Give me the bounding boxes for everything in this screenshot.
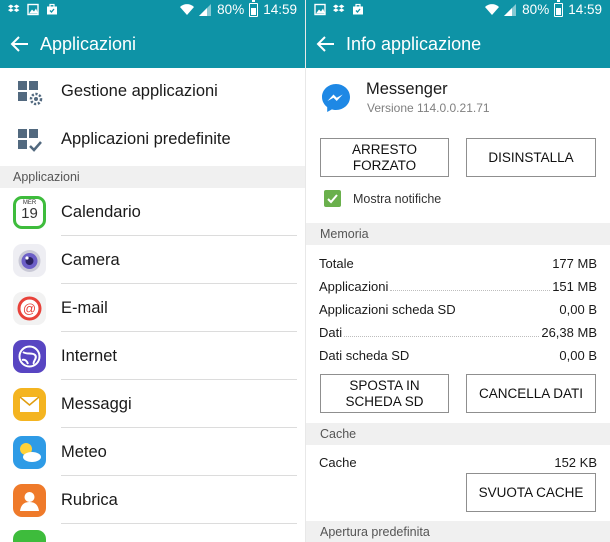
memory-label: Applicazioni scheda SD: [319, 302, 456, 317]
app-label-internet: Internet: [61, 347, 117, 365]
default-apps-label: Applicazioni predefinite: [61, 130, 231, 148]
show-notifications-checkbox[interactable]: [324, 190, 341, 207]
app-manager-icon: [18, 81, 43, 106]
app-manager-item[interactable]: Gestione applicazioni: [0, 68, 305, 116]
default-apps-item[interactable]: Applicazioni predefinite: [0, 116, 305, 164]
check-icon: [327, 194, 338, 204]
memory-row-applications: Applicazioni 151 MB: [319, 271, 597, 294]
app-row-calendario[interactable]: MER 19 Calendario: [0, 188, 305, 236]
app-label-calendario: Calendario: [61, 203, 141, 221]
camera-icon: [13, 244, 46, 277]
clock: 14:59: [263, 2, 297, 17]
calendar-day: 19: [21, 205, 38, 222]
app-header: Messenger Versione 114.0.0.21.71: [306, 68, 610, 122]
messages-icon: [13, 388, 46, 421]
memory-value: 177 MB: [552, 256, 597, 271]
memory-label: Dati scheda SD: [319, 348, 410, 363]
svg-text:@: @: [23, 301, 36, 316]
memory-row-data-sd: Dati scheda SD 0,00 B: [319, 340, 597, 363]
app-info-screen: 80% 14:59 Info applicazione Messenger Ve…: [305, 0, 610, 542]
app-version: Versione 114.0.0.21.71: [367, 101, 490, 115]
memory-row-data: Dati 26,38 MB: [319, 317, 597, 340]
calendar-icon: MER 19: [13, 196, 46, 229]
app-manager-label: Gestione applicazioni: [61, 82, 218, 100]
default-apps-icon: [18, 129, 42, 152]
memory-value: 0,00 B: [559, 302, 597, 317]
app-bar: Info applicazione: [306, 21, 610, 68]
section-header-default-open: Apertura predefinita: [306, 521, 610, 542]
section-header-applications: Applicazioni: [0, 166, 305, 188]
cache-value: 152 KB: [554, 455, 597, 470]
dropbox-icon: [8, 4, 20, 13]
app-row-email[interactable]: @ E-mail: [0, 284, 305, 332]
app-label-messaggi: Messaggi: [61, 395, 132, 413]
messenger-icon: [322, 84, 350, 112]
memory-value: 151 MB: [552, 279, 597, 294]
app-label-meteo: Meteo: [61, 443, 107, 461]
signal-icon: [504, 3, 517, 16]
gallery-icon: [314, 3, 326, 16]
memory-value: 26,38 MB: [541, 325, 597, 340]
uninstall-button[interactable]: DISINSTALLA: [466, 138, 596, 177]
show-notifications-row[interactable]: Mostra notifiche: [324, 190, 441, 207]
briefcase-icon: [353, 3, 363, 15]
move-to-sd-button[interactable]: SPOSTA IN SCHEDA SD: [320, 374, 449, 413]
memory-row-total: Totale 177 MB: [319, 248, 597, 271]
back-arrow-icon[interactable]: [316, 34, 336, 54]
page-title: Info applicazione: [346, 34, 482, 54]
phone-icon: [13, 530, 46, 542]
dropbox-icon: [333, 4, 345, 13]
section-header-cache: Cache: [306, 423, 610, 445]
clock: 14:59: [568, 2, 602, 17]
app-bar: Applicazioni: [0, 21, 305, 68]
app-label-rubrica: Rubrica: [61, 491, 118, 509]
weather-icon: [13, 436, 46, 469]
app-row-meteo[interactable]: Meteo: [0, 428, 305, 476]
memory-value: 0,00 B: [559, 348, 597, 363]
battery-percent: 80%: [217, 2, 245, 17]
page-title: Applicazioni: [40, 34, 137, 54]
memory-label: Totale: [319, 256, 354, 271]
app-name: Messenger: [366, 80, 448, 98]
email-icon: @: [13, 292, 46, 325]
wifi-icon: [485, 3, 500, 15]
status-bar: 80% 14:59: [0, 0, 305, 21]
app-list-screen: 80% 14:59 Applicazioni Gestione applicaz…: [0, 0, 305, 542]
memory-row-apps-sd: Applicazioni scheda SD 0,00 B: [319, 294, 597, 317]
show-notifications-label: Mostra notifiche: [353, 191, 442, 206]
app-label-email: E-mail: [61, 299, 108, 317]
status-bar: 80% 14:59: [306, 0, 610, 21]
signal-icon: [199, 3, 212, 16]
app-row-rubrica[interactable]: Rubrica: [0, 476, 305, 524]
contacts-icon: [13, 484, 46, 517]
battery-icon: [249, 0, 259, 17]
clear-cache-button[interactable]: SVUOTA CACHE: [466, 473, 596, 512]
cache-label: Cache: [319, 455, 357, 470]
battery-percent: 80%: [522, 2, 550, 17]
force-stop-button[interactable]: ARRESTO FORZATO: [320, 138, 449, 177]
app-row-internet[interactable]: Internet: [0, 332, 305, 380]
app-row-partial[interactable]: [0, 524, 305, 542]
memory-label: Applicazioni: [319, 279, 389, 294]
wifi-icon: [180, 3, 195, 15]
battery-icon: [554, 0, 564, 17]
app-row-messaggi[interactable]: Messaggi: [0, 380, 305, 428]
briefcase-icon: [47, 3, 57, 15]
internet-icon: [13, 340, 46, 373]
app-row-camera[interactable]: Camera: [0, 236, 305, 284]
app-label-camera: Camera: [61, 251, 120, 269]
memory-label: Dati: [319, 325, 343, 340]
cache-row: Cache 152 KB: [319, 447, 597, 470]
section-header-memory: Memoria: [306, 223, 610, 245]
clear-data-button[interactable]: CANCELLA DATI: [466, 374, 596, 413]
gallery-icon: [27, 3, 39, 16]
back-arrow-icon[interactable]: [10, 34, 30, 54]
